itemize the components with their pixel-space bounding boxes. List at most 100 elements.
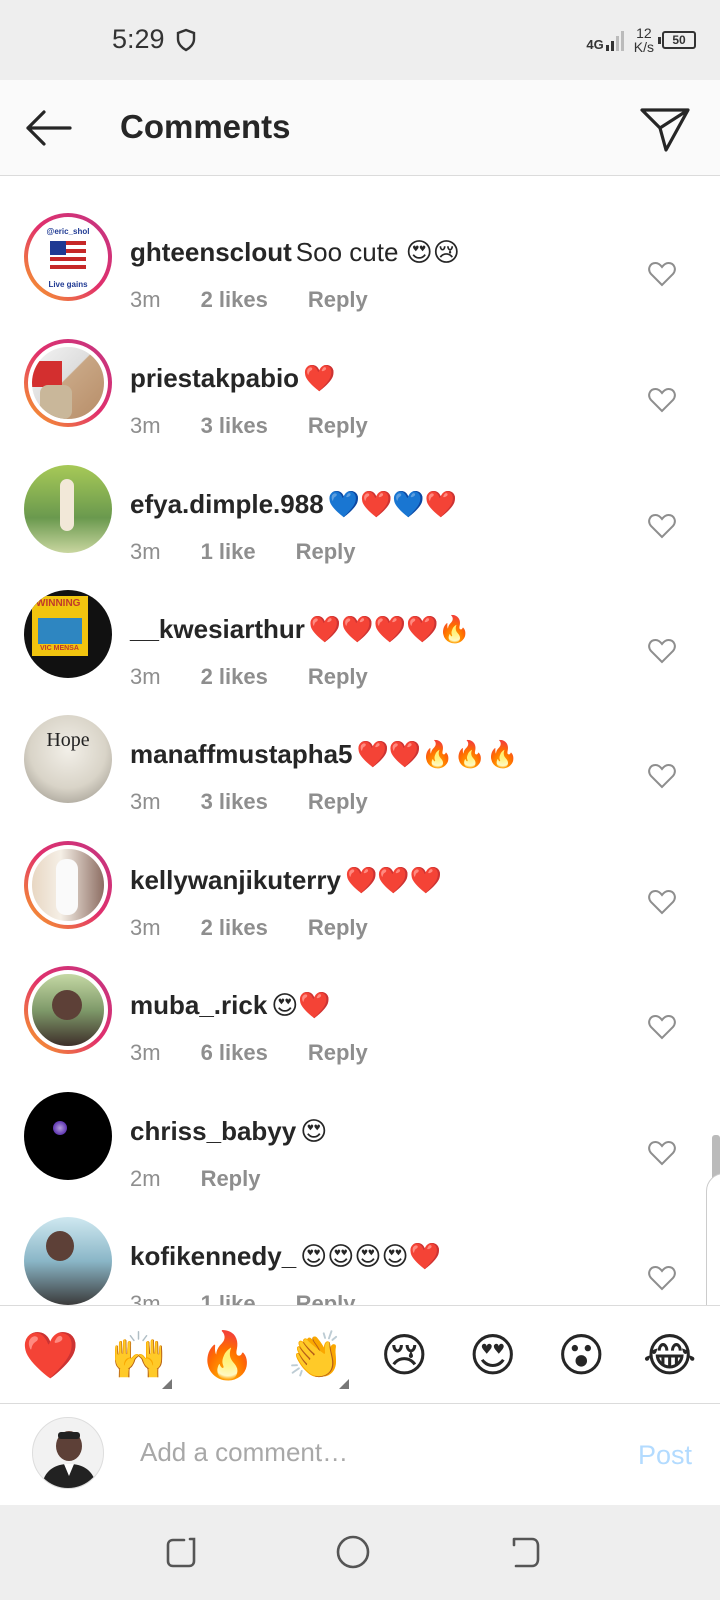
comment-text: ❤️	[303, 363, 336, 393]
reply-button[interactable]: Reply	[308, 287, 368, 313]
comment-time: 3m	[130, 539, 161, 564]
comment-item: kofikennedy_ 😍😍😍😍❤️ 3m 1 like Reply	[0, 1199, 720, 1305]
avatar[interactable]	[24, 1217, 112, 1305]
emoji-clapping-button[interactable]: 👏	[281, 1327, 351, 1389]
flag-icon	[50, 241, 86, 269]
username-link[interactable]: efya.dimple.988	[130, 489, 324, 519]
post-button[interactable]: Post	[638, 1440, 692, 1471]
likes-count[interactable]: 2 likes	[201, 664, 268, 690]
system-nav-bar	[0, 1505, 720, 1600]
reply-button[interactable]: Reply	[308, 789, 368, 815]
avatar[interactable]: @eric_shol Live gains	[24, 213, 112, 301]
username-link[interactable]: manaffmustapha5	[130, 739, 353, 769]
status-indicators: 4G 12 K/s 50	[586, 22, 696, 58]
emoji-red-heart-button[interactable]: ❤️	[15, 1327, 85, 1383]
network-speed: 12 K/s	[633, 25, 654, 55]
home-circle-icon[interactable]	[332, 1531, 374, 1573]
comment-item: chriss_babyy 😍 2m Reply	[0, 1074, 720, 1202]
likes-count[interactable]: 3 likes	[201, 413, 268, 439]
comment-text: ❤️❤️🔥🔥🔥	[356, 739, 519, 769]
comment-time: 3m	[130, 1291, 161, 1305]
reply-button[interactable]: Reply	[308, 915, 368, 941]
emoji-laughing-button[interactable]: 😂	[635, 1327, 705, 1383]
paper-plane-icon[interactable]	[636, 102, 692, 154]
avatar[interactable]: Hope	[24, 715, 112, 803]
reply-button[interactable]: Reply	[296, 539, 356, 565]
avatar[interactable]: WINNING VIC MENSA	[24, 590, 112, 678]
heart-outline-icon[interactable]	[648, 261, 676, 287]
comment-body: kofikennedy_ 😍😍😍😍❤️	[130, 1241, 441, 1272]
username-link[interactable]: kellywanjikuterry	[130, 865, 341, 895]
signal-icon: 4G	[586, 29, 625, 51]
avatar[interactable]	[24, 1092, 112, 1180]
reply-button[interactable]: Reply	[296, 1291, 356, 1305]
recents-icon[interactable]	[160, 1531, 202, 1573]
username-link[interactable]: __kwesiarthur	[130, 614, 305, 644]
likes-count[interactable]: 2 likes	[201, 915, 268, 941]
heart-outline-icon[interactable]	[648, 1140, 676, 1166]
skin-tone-indicator-icon	[338, 1378, 349, 1389]
heart-outline-icon[interactable]	[648, 513, 676, 539]
emoji-fire-button[interactable]: 🔥	[192, 1327, 262, 1383]
app-header: Comments	[0, 80, 720, 176]
username-link[interactable]: ghteensclout	[130, 237, 292, 267]
reply-button[interactable]: Reply	[308, 1040, 368, 1066]
avatar[interactable]	[24, 339, 112, 427]
reply-button[interactable]: Reply	[201, 1166, 261, 1192]
likes-count[interactable]: 2 likes	[201, 287, 268, 313]
emoji-raising-hands-button[interactable]: 🙌	[104, 1327, 174, 1389]
username-link[interactable]: muba_.rick	[130, 990, 267, 1020]
comment-item: @eric_shol Live gains ghteensclout Soo cu…	[0, 195, 720, 323]
comment-item: Hope manaffmustapha5 ❤️❤️🔥🔥🔥 3m 3 likes R…	[0, 697, 720, 825]
likes-count[interactable]: 1 like	[201, 1291, 256, 1305]
comment-meta: 3m 1 like Reply	[130, 1291, 356, 1305]
comment-text: 😍😍😍😍❤️	[300, 1241, 441, 1271]
avatar[interactable]	[24, 841, 112, 929]
comment-item: muba_.rick 😍❤️ 3m 6 likes Reply	[0, 948, 720, 1076]
emoji-quick-bar: ❤️ 🙌 🔥 👏 😢 😍 😮 😂	[0, 1305, 720, 1403]
comment-time: 3m	[130, 413, 161, 438]
avatar-caption-text: VIC MENSA	[40, 645, 79, 652]
back-nav-icon[interactable]	[504, 1531, 546, 1573]
heart-outline-icon[interactable]	[648, 889, 676, 915]
comment-item: efya.dimple.988 💙❤️💙❤️ 3m 1 like Reply	[0, 447, 720, 575]
avatar-word-text: Hope	[46, 729, 90, 751]
avatar[interactable]	[24, 465, 112, 553]
arrow-left-icon[interactable]	[20, 102, 76, 154]
username-link[interactable]: kofikennedy_	[130, 1241, 296, 1271]
comment-text: 💙❤️💙❤️	[327, 489, 458, 519]
status-time: 5:29	[112, 24, 165, 54]
username-link[interactable]: priestakpabio	[130, 363, 299, 393]
comment-body: __kwesiarthur ❤️❤️❤️❤️🔥	[130, 614, 471, 645]
emoji-surprised-button[interactable]: 😮	[546, 1327, 616, 1383]
avatar-handle-text: @eric_shol	[46, 227, 90, 236]
comment-item: priestakpabio ❤️ 3m 3 likes Reply	[0, 321, 720, 449]
comment-composer: Post	[0, 1403, 720, 1505]
likes-count[interactable]: 3 likes	[201, 789, 268, 815]
likes-count[interactable]: 6 likes	[201, 1040, 268, 1066]
comment-text: ❤️❤️❤️	[345, 865, 443, 895]
heart-outline-icon[interactable]	[648, 1014, 676, 1040]
comment-body: manaffmustapha5 ❤️❤️🔥🔥🔥	[130, 739, 518, 770]
avatar-title-text: WINNING	[36, 598, 81, 609]
comment-body: kellywanjikuterry ❤️❤️❤️	[130, 865, 442, 896]
heart-outline-icon[interactable]	[648, 638, 676, 664]
likes-count[interactable]: 1 like	[201, 539, 256, 565]
reply-button[interactable]: Reply	[308, 413, 368, 439]
heart-outline-icon[interactable]	[648, 387, 676, 413]
comment-time: 2m	[130, 1166, 161, 1191]
comment-text: 😍	[300, 1116, 328, 1146]
page-title: Comments	[120, 108, 291, 145]
emoji-heart-eyes-button[interactable]: 😍	[458, 1327, 528, 1383]
comment-input[interactable]	[140, 1428, 580, 1476]
heart-outline-icon[interactable]	[648, 763, 676, 789]
edge-panel-handle[interactable]	[706, 1173, 720, 1305]
comment-list[interactable]: @eric_shol Live gains ghteensclout Soo cu…	[0, 177, 720, 1305]
comment-meta: 3m 1 like Reply	[130, 539, 356, 565]
heart-outline-icon[interactable]	[648, 1265, 676, 1291]
avatar[interactable]	[24, 966, 112, 1054]
reply-button[interactable]: Reply	[308, 664, 368, 690]
comment-body: ghteensclout Soo cute 😍😢	[130, 237, 460, 268]
username-link[interactable]: chriss_babyy	[130, 1116, 296, 1146]
emoji-crying-button[interactable]: 😢	[369, 1327, 439, 1383]
